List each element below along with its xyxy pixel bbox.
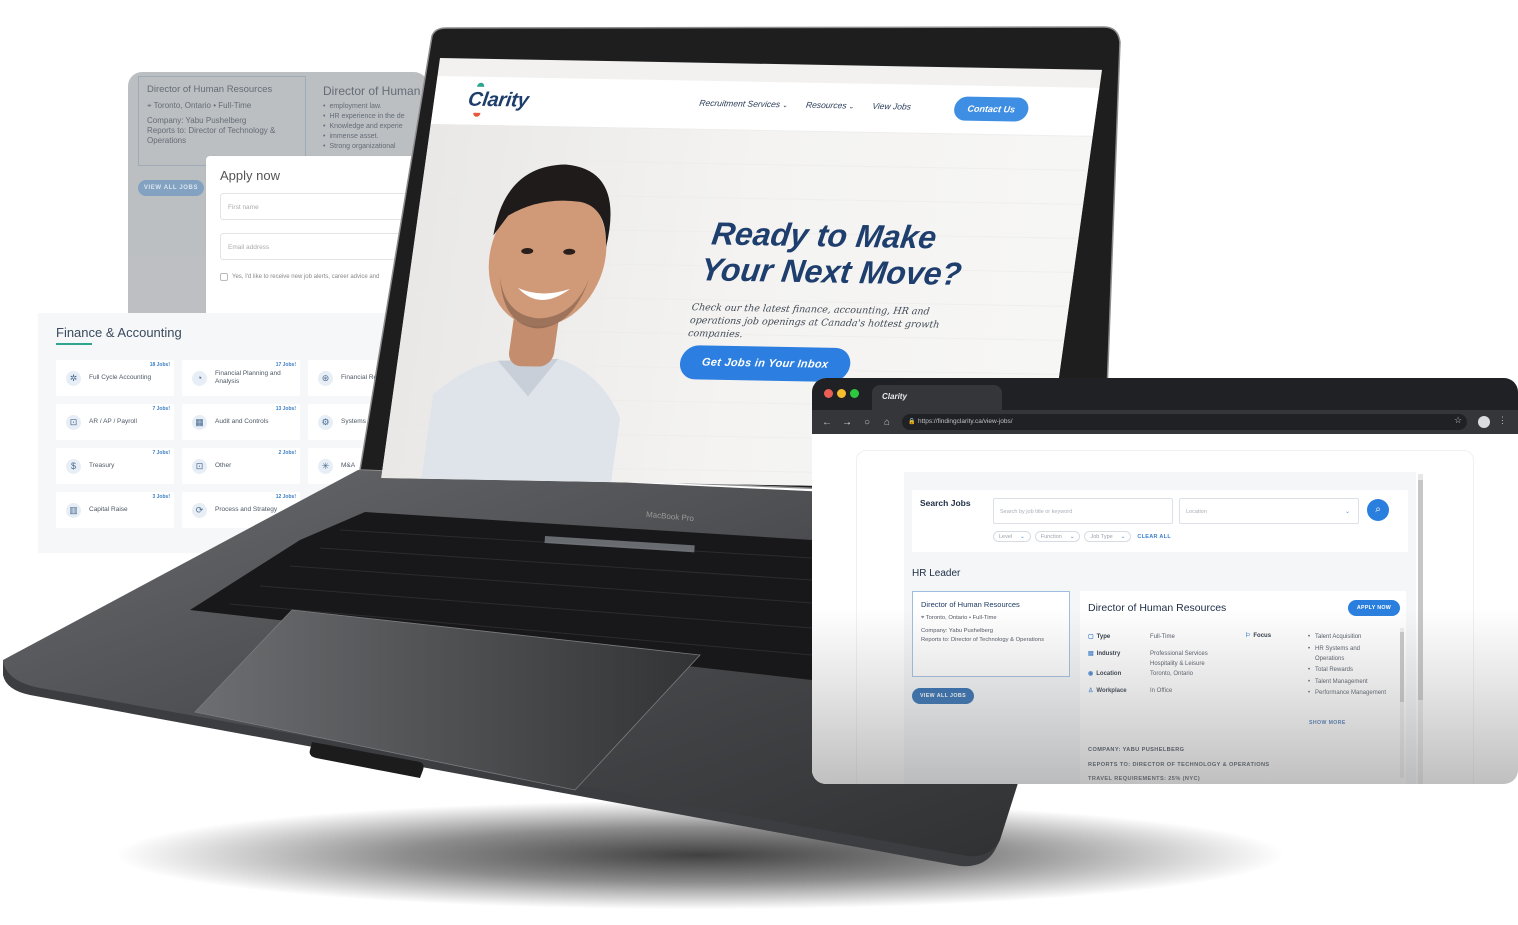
chevron-down-icon: ⌄ [1069, 534, 1075, 540]
job-card-title: Director of Human Resources [921, 600, 1020, 609]
fact-value: In Office [1150, 688, 1173, 694]
browser-tab[interactable]: Clarity [872, 385, 1002, 410]
focus-item: Performance Management [1308, 688, 1388, 698]
fact-key: Location [1096, 671, 1122, 677]
nav-recruitment-services[interactable]: Recruitment Services [699, 98, 789, 110]
back-arrow-icon[interactable]: ← [822, 417, 832, 428]
section-title: HR Leader [912, 568, 961, 579]
filter-label: Level [999, 534, 1013, 540]
browser-tab-strip: Clarity [812, 378, 1518, 410]
nav-view-jobs[interactable]: View Jobs [872, 101, 912, 112]
person-icon: ♙ [1088, 688, 1094, 694]
focus-list: Talent Acquisition HR Systems and Operat… [1308, 632, 1388, 700]
marketing-composite: Director of Human Resources ⌖ Toronto, O… [0, 0, 1518, 925]
filter-label: Job Type [1090, 534, 1113, 540]
apply-now-button[interactable]: APPLY NOW [1348, 600, 1400, 616]
building-icon: ▤ [1088, 651, 1094, 657]
focus-item: Total Rewards [1308, 665, 1388, 675]
clear-all-link[interactable]: CLEAR ALL [1137, 534, 1171, 540]
detail-scrollbar[interactable] [1400, 628, 1404, 778]
clarity-logo[interactable]: Clarity [466, 82, 530, 117]
logo-arc-bottom [472, 112, 481, 117]
show-more-link[interactable]: SHOW MORE [1309, 720, 1346, 726]
fact-key: Industry [1096, 651, 1121, 657]
focus-item: HR Systems and Operations [1308, 644, 1388, 664]
meta-travel: TRAVEL REQUIREMENTS: 25% (NYC) [1088, 776, 1201, 782]
focus-item: Talent Management [1308, 677, 1388, 687]
filter-label: Function [1040, 534, 1062, 540]
jobs-content: Search Jobs Search by job title or keywo… [904, 472, 1416, 784]
search-jobs-title: Search Jobs [920, 498, 971, 508]
job-detail-title: Director of Human Resources [1088, 602, 1227, 614]
close-window-button[interactable] [824, 389, 833, 398]
focus-label-text: Focus [1253, 633, 1272, 639]
keyword-search-input[interactable]: Search by job title or keyword [993, 498, 1173, 524]
reload-icon[interactable]: ○ [862, 417, 872, 428]
logo-text: Clarity [466, 88, 530, 112]
page-scrollbar[interactable] [1418, 474, 1423, 784]
address-bar[interactable]: 🔒 https://findingclarity.ca/view-jobs/ [902, 414, 1467, 430]
job-card-reports: Reports to: Director of Technology & Ope… [921, 637, 1044, 643]
job-detail-panel: Director of Human Resources APPLY NOW ▢ T… [1080, 591, 1406, 784]
meta-reports-to: REPORTS TO: DIRECTOR OF TECHNOLOGY & OPE… [1088, 761, 1270, 768]
view-jobs-page: Search Jobs Search by job title or keywo… [812, 434, 1518, 784]
url-text: https://findingclarity.ca/view-jobs/ [918, 418, 1013, 425]
menu-kebab-icon[interactable]: ⋮ [1498, 415, 1507, 426]
job-meta: COMPANY: YABU PUSHELBERG REPORTS TO: DIR… [1088, 743, 1270, 784]
location-select[interactable]: Location ⌄ [1179, 498, 1359, 524]
forward-arrow-icon[interactable]: → [842, 417, 852, 428]
home-icon[interactable]: ⌂ [882, 417, 892, 428]
fact-value: Toronto, Ontario [1150, 671, 1194, 677]
focus-label: ⚐ Focus [1245, 632, 1271, 639]
detail-scroll-thumb[interactable] [1400, 632, 1404, 702]
lock-icon: 🔒 [908, 419, 916, 425]
job-card[interactable]: Director of Human Resources ⌖ Toronto, O… [912, 591, 1070, 677]
hero-title-line-1: Ready to Make [709, 215, 939, 256]
filter-row: Level ⌄ Function ⌄ Job Type ⌄ CLEAR ALL [993, 531, 1171, 542]
browser-toolbar: ← → ○ ⌂ 🔒 https://findingclarity.ca/view… [812, 410, 1518, 434]
focus-item: Talent Acquisition [1308, 632, 1388, 642]
job-card-type: Full-Time [972, 615, 997, 621]
search-button[interactable]: ⌕ [1367, 499, 1389, 521]
hero-title: Ready to Make Your Next Move? [699, 215, 969, 292]
chevron-down-icon: ⌄ [1344, 509, 1350, 515]
minimize-window-button[interactable] [837, 389, 846, 398]
job-type-filter[interactable]: Job Type ⌄ [1084, 531, 1132, 542]
logo-arc-top [477, 82, 485, 87]
nav-resources[interactable]: Resources [805, 100, 855, 111]
fact-value: Full-Time [1150, 634, 1175, 640]
maximize-window-button[interactable] [850, 389, 859, 398]
hero-subtitle: Check our the latest finance, accounting… [687, 302, 941, 341]
tab-title: Clarity [882, 392, 907, 401]
bookmark-star-icon[interactable]: ☆ [1454, 415, 1462, 426]
job-card-company: Company: Yabu Pushelberg [921, 628, 993, 634]
hero-title-line-2: Your Next Move? [698, 251, 964, 292]
contact-us-button[interactable]: Contact Us [952, 96, 1030, 122]
chevron-down-icon: ⌄ [1020, 534, 1025, 540]
search-card: Search Jobs Search by job title or keywo… [912, 490, 1408, 552]
fact-value-line: Professional Services [1150, 651, 1208, 657]
chevron-down-icon: ⌄ [1120, 534, 1126, 540]
level-filter[interactable]: Level ⌄ [993, 531, 1031, 542]
function-filter[interactable]: Function ⌄ [1034, 531, 1081, 542]
browser-window: Clarity ← → ○ ⌂ 🔒 https://findingclarity… [812, 378, 1518, 784]
view-all-jobs-button[interactable]: VIEW ALL JOBS [912, 688, 974, 704]
fact-key: Type [1096, 634, 1111, 640]
search-icon: ⌕ [1375, 504, 1381, 515]
pin-icon: ◉ [1088, 671, 1094, 677]
fact-value-line: Hospitality & Leisure [1150, 660, 1205, 667]
fact-value: Professional Services Hospitality & Leisu… [1150, 650, 1208, 669]
flag-icon: ⚐ [1245, 633, 1251, 639]
fact-key: Workplace [1096, 688, 1127, 694]
job-card-location: Toronto, Ontario [925, 615, 968, 621]
briefcase-icon: ▢ [1088, 634, 1094, 640]
meta-company: COMPANY: YABU PUSHELBERG [1088, 747, 1185, 753]
page-scroll-thumb[interactable] [1418, 480, 1423, 700]
location-placeholder: Location [1186, 509, 1207, 515]
nav-links: Recruitment Services Resources View Jobs [699, 98, 912, 112]
profile-avatar[interactable] [1478, 416, 1490, 428]
get-jobs-button[interactable]: Get Jobs in Your Inbox [677, 345, 853, 383]
